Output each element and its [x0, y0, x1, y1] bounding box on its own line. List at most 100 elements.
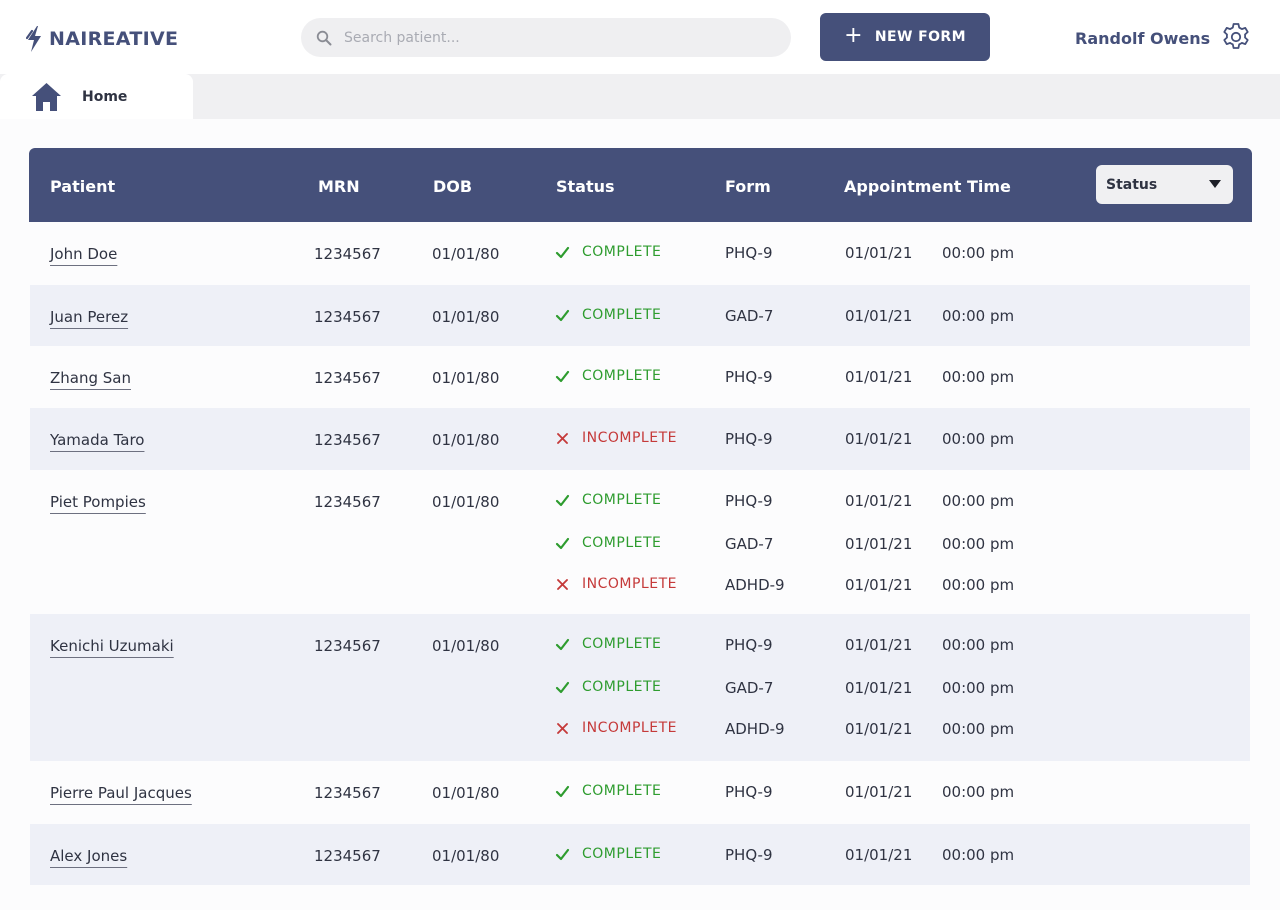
status-badge: INCOMPLETE [555, 720, 677, 736]
caret-down-icon [1209, 180, 1221, 188]
appointment-date-cell: 01/01/21 [845, 244, 913, 262]
dob-cell: 01/01/80 [432, 493, 500, 511]
form-name-cell: PHQ-9 [725, 492, 773, 510]
status-badge: COMPLETE [555, 492, 661, 508]
status-label: INCOMPLETE [582, 430, 677, 446]
check-icon [555, 848, 570, 860]
table-row[interactable]: Kenichi Uzumaki 1234567 01/01/80 COMPLETE PH… [30, 614, 1250, 761]
patient-name-link[interactable]: Alex Jones [50, 847, 127, 865]
form-name-cell: PHQ-9 [725, 244, 773, 262]
check-icon [555, 309, 570, 321]
table-row[interactable]: Pierre Paul Jacques 1234567 01/01/80 COMPLE… [30, 761, 1250, 824]
check-icon [555, 370, 570, 382]
header-dob[interactable]: DOB [433, 177, 472, 196]
header-form[interactable]: Form [725, 177, 771, 196]
mrn-cell: 1234567 [314, 308, 381, 326]
patient-name-link[interactable]: Piet Pompies [50, 493, 146, 511]
mrn-cell: 1234567 [314, 784, 381, 802]
status-badge: COMPLETE [555, 846, 661, 862]
appointment-date-cell: 01/01/21 [845, 783, 913, 801]
status-label: COMPLETE [582, 368, 662, 384]
mrn-cell: 1234567 [314, 637, 381, 655]
dob-cell: 01/01/80 [432, 308, 500, 326]
header-appointment-time[interactable]: Appointment Time [844, 177, 1011, 196]
dob-cell: 01/01/80 [432, 637, 500, 655]
top-bar: NAIREATIVE + NEW FORM Randolf Owens [0, 0, 1280, 74]
status-label: COMPLETE [582, 636, 662, 652]
table-header: Patient MRN DOB Status Form Appointment … [29, 148, 1252, 222]
header-status[interactable]: Status [556, 177, 615, 196]
appointment-time-cell: 00:00 pm [942, 535, 1015, 553]
home-icon [32, 82, 61, 111]
appointment-time-cell: 00:00 pm [942, 430, 1015, 448]
patient-name-link[interactable]: Pierre Paul Jacques [50, 784, 192, 802]
status-label: COMPLETE [582, 492, 662, 508]
patient-name-link[interactable]: John Doe [50, 245, 117, 263]
brand-logo[interactable]: NAIREATIVE [26, 26, 178, 52]
appointment-date-cell: 01/01/21 [845, 307, 913, 325]
status-filter-dropdown[interactable]: Status [1096, 165, 1233, 204]
appointment-time-cell: 00:00 pm [942, 636, 1015, 654]
appointment-date-cell: 01/01/21 [845, 576, 913, 594]
status-badge: COMPLETE [555, 307, 661, 323]
dob-cell: 01/01/80 [432, 847, 500, 865]
status-label: COMPLETE [582, 679, 662, 695]
search-bar[interactable] [301, 18, 791, 57]
patient-name-link[interactable]: Yamada Taro [50, 431, 144, 449]
new-form-button[interactable]: + NEW FORM [820, 13, 990, 61]
header-mrn[interactable]: MRN [318, 177, 360, 196]
tab-home-label: Home [82, 88, 128, 105]
tab-bar: Home [0, 74, 1280, 119]
form-name-cell: PHQ-9 [725, 368, 773, 386]
status-badge: COMPLETE [555, 636, 661, 652]
table-row[interactable]: Yamada Taro 1234567 01/01/80 INCOMPLETE PHQ-… [30, 408, 1250, 470]
status-label: COMPLETE [582, 307, 662, 323]
brand-name: NAIREATIVE [49, 28, 179, 50]
status-label: COMPLETE [582, 783, 662, 799]
status-filter-label: Status [1106, 176, 1158, 193]
appointment-date-cell: 01/01/21 [845, 368, 913, 386]
form-name-cell: ADHD-9 [725, 576, 785, 594]
status-badge: INCOMPLETE [555, 576, 677, 592]
close-icon [557, 578, 568, 590]
status-label: COMPLETE [582, 846, 662, 862]
search-input[interactable] [342, 28, 766, 47]
table-row[interactable]: Juan Perez 1234567 01/01/80 COMPLETE GAD-7 01… [30, 285, 1250, 346]
gear-icon[interactable] [1220, 21, 1252, 53]
patient-name-link[interactable]: Kenichi Uzumaki [50, 637, 174, 655]
appointment-date-cell: 01/01/21 [845, 535, 913, 553]
tab-home[interactable]: Home [0, 74, 193, 119]
status-badge: COMPLETE [555, 679, 661, 695]
status-label: INCOMPLETE [582, 720, 677, 736]
table-row[interactable]: Piet Pompies 1234567 01/01/80 COMPLETE PHQ-9… [30, 470, 1250, 614]
appointment-time-cell: 00:00 pm [942, 307, 1015, 325]
table-row[interactable]: Alex Jones 1234567 01/01/80 COMPLETE PHQ-9 01… [30, 824, 1250, 885]
status-badge: COMPLETE [555, 783, 661, 799]
appointment-time-cell: 00:00 pm [942, 576, 1015, 594]
form-name-cell: GAD-7 [725, 307, 774, 325]
status-badge: COMPLETE [555, 368, 661, 384]
patient-name-link[interactable]: Juan Perez [50, 308, 128, 326]
status-label: COMPLETE [582, 535, 662, 551]
appointment-date-cell: 01/01/21 [845, 679, 913, 697]
dob-cell: 01/01/80 [432, 245, 500, 263]
table-row[interactable]: Zhang San 1234567 01/01/80 COMPLETE PHQ-9 01/… [30, 346, 1250, 408]
appointment-date-cell: 01/01/21 [845, 636, 913, 654]
dob-cell: 01/01/80 [432, 431, 500, 449]
form-name-cell: ADHD-9 [725, 720, 785, 738]
check-icon [555, 246, 570, 258]
check-icon [555, 785, 570, 797]
header-patient[interactable]: Patient [50, 177, 115, 196]
form-name-cell: GAD-7 [725, 535, 774, 553]
close-icon [557, 722, 568, 734]
mrn-cell: 1234567 [314, 847, 381, 865]
check-icon [555, 494, 570, 506]
table-row[interactable]: John Doe 1234567 01/01/80 COMPLETE PHQ-9 01/0… [30, 222, 1250, 285]
mrn-cell: 1234567 [314, 245, 381, 263]
user-name[interactable]: Randolf Owens [1075, 29, 1210, 48]
appointment-time-cell: 00:00 pm [942, 244, 1015, 262]
form-name-cell: PHQ-9 [725, 846, 773, 864]
mrn-cell: 1234567 [314, 369, 381, 387]
form-name-cell: PHQ-9 [725, 430, 773, 448]
patient-name-link[interactable]: Zhang San [50, 369, 131, 387]
